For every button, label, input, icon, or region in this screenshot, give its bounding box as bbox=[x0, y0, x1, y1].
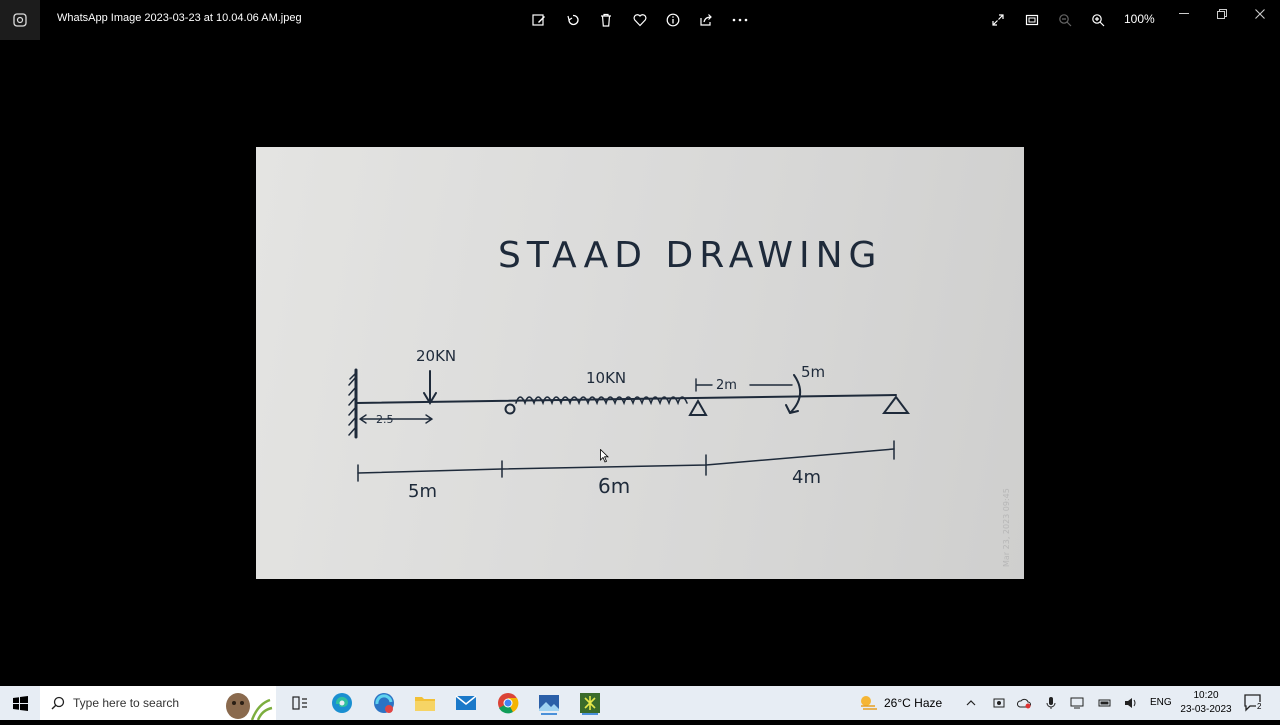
hinge bbox=[504, 403, 516, 415]
window-title: WhatsApp Image 2023-03-23 at 10.04.06 AM… bbox=[57, 12, 302, 24]
cloud-sync-icon[interactable] bbox=[1015, 694, 1033, 712]
mouse-cursor-icon bbox=[600, 449, 609, 463]
staad-app-icon[interactable] bbox=[578, 691, 602, 715]
close-button[interactable] bbox=[1250, 4, 1270, 24]
span-label-2: 6m bbox=[598, 474, 630, 498]
chrome-icon[interactable] bbox=[496, 691, 520, 715]
offset-label: 2.5 bbox=[376, 413, 394, 426]
rotate-icon[interactable] bbox=[563, 10, 583, 30]
zoom-in-icon[interactable] bbox=[1088, 10, 1108, 30]
moment-arrow bbox=[785, 374, 801, 414]
clock[interactable]: 10:20 23-03-2023 bbox=[1178, 689, 1234, 717]
edge-browser-icon[interactable] bbox=[330, 691, 354, 715]
notification-center-icon[interactable]: 2 bbox=[1244, 694, 1264, 712]
staad-drawing-sketch: STAAD DRAWING 20KN 2.5 10KN 2m 5m 5m 6m … bbox=[348, 235, 1011, 567]
zoom-out-icon[interactable] bbox=[1055, 10, 1075, 30]
share-icon[interactable] bbox=[696, 10, 716, 30]
display-icon[interactable] bbox=[1068, 694, 1086, 712]
minimize-button[interactable] bbox=[1174, 4, 1194, 24]
file-explorer-icon[interactable] bbox=[413, 691, 437, 715]
edge-dev-icon[interactable] bbox=[372, 691, 396, 715]
expand-icon[interactable] bbox=[988, 10, 1008, 30]
start-button[interactable] bbox=[0, 686, 40, 720]
notification-count: 2 bbox=[1256, 702, 1263, 711]
more-icon[interactable] bbox=[730, 10, 750, 30]
span-label-3: 4m bbox=[792, 467, 821, 488]
point-load-label: 20KN bbox=[416, 347, 456, 365]
favorite-icon[interactable] bbox=[630, 10, 650, 30]
clock-date: 23-03-2023 bbox=[1180, 704, 1232, 715]
photos-taskbar-icon[interactable] bbox=[537, 691, 561, 715]
image-viewer[interactable]: STAAD DRAWING 20KN 2.5 10KN 2m 5m 5m 6m … bbox=[0, 40, 1280, 686]
haze-icon bbox=[861, 696, 877, 710]
photo: STAAD DRAWING 20KN 2.5 10KN 2m 5m 5m 6m … bbox=[256, 147, 1024, 579]
photos-app-icon[interactable] bbox=[0, 0, 40, 40]
clock-time: 10:20 bbox=[1193, 690, 1219, 701]
zoom-level[interactable]: 100% bbox=[1124, 12, 1155, 26]
offset-2-label: 2m bbox=[716, 378, 737, 393]
pin-support-1 bbox=[688, 398, 708, 416]
meet-now-icon[interactable] bbox=[990, 694, 1008, 712]
search-box[interactable]: Type here to search bbox=[40, 686, 276, 721]
moment-label: 5m bbox=[801, 363, 825, 381]
mail-icon[interactable] bbox=[454, 691, 478, 715]
windows-logo-icon bbox=[12, 695, 28, 711]
restore-button[interactable] bbox=[1212, 4, 1232, 24]
point-load-arrow bbox=[423, 370, 437, 405]
delete-icon[interactable] bbox=[596, 10, 616, 30]
date-watermark: Mar 23, 2023 09:45 bbox=[1002, 488, 1011, 567]
chevron-up-icon[interactable] bbox=[962, 694, 980, 712]
search-highlight-image[interactable] bbox=[218, 686, 274, 721]
pin-support-2 bbox=[882, 395, 910, 414]
drawing-title: STAAD DRAWING bbox=[498, 235, 882, 276]
microphone-icon[interactable] bbox=[1042, 694, 1060, 712]
edit-image-icon[interactable] bbox=[529, 10, 549, 30]
info-icon[interactable] bbox=[663, 10, 683, 30]
weather-text: 26°C Haze bbox=[884, 696, 943, 710]
search-placeholder: Type here to search bbox=[73, 696, 180, 710]
battery-icon[interactable] bbox=[1096, 694, 1114, 712]
weather-widget[interactable]: 26°C Haze bbox=[858, 686, 942, 720]
udl-label: 10KN bbox=[586, 369, 626, 387]
taskbar: Type here to search 26°C Haze ENG 10:20 … bbox=[0, 686, 1280, 721]
language-indicator[interactable]: ENG bbox=[1150, 697, 1172, 708]
title-bar: WhatsApp Image 2023-03-23 at 10.04.06 AM… bbox=[0, 0, 1280, 40]
fit-window-icon[interactable] bbox=[1022, 10, 1042, 30]
search-icon bbox=[51, 696, 65, 710]
task-view-icon[interactable] bbox=[288, 691, 312, 715]
volume-icon[interactable] bbox=[1122, 694, 1140, 712]
span-label-1: 5m bbox=[408, 481, 437, 502]
